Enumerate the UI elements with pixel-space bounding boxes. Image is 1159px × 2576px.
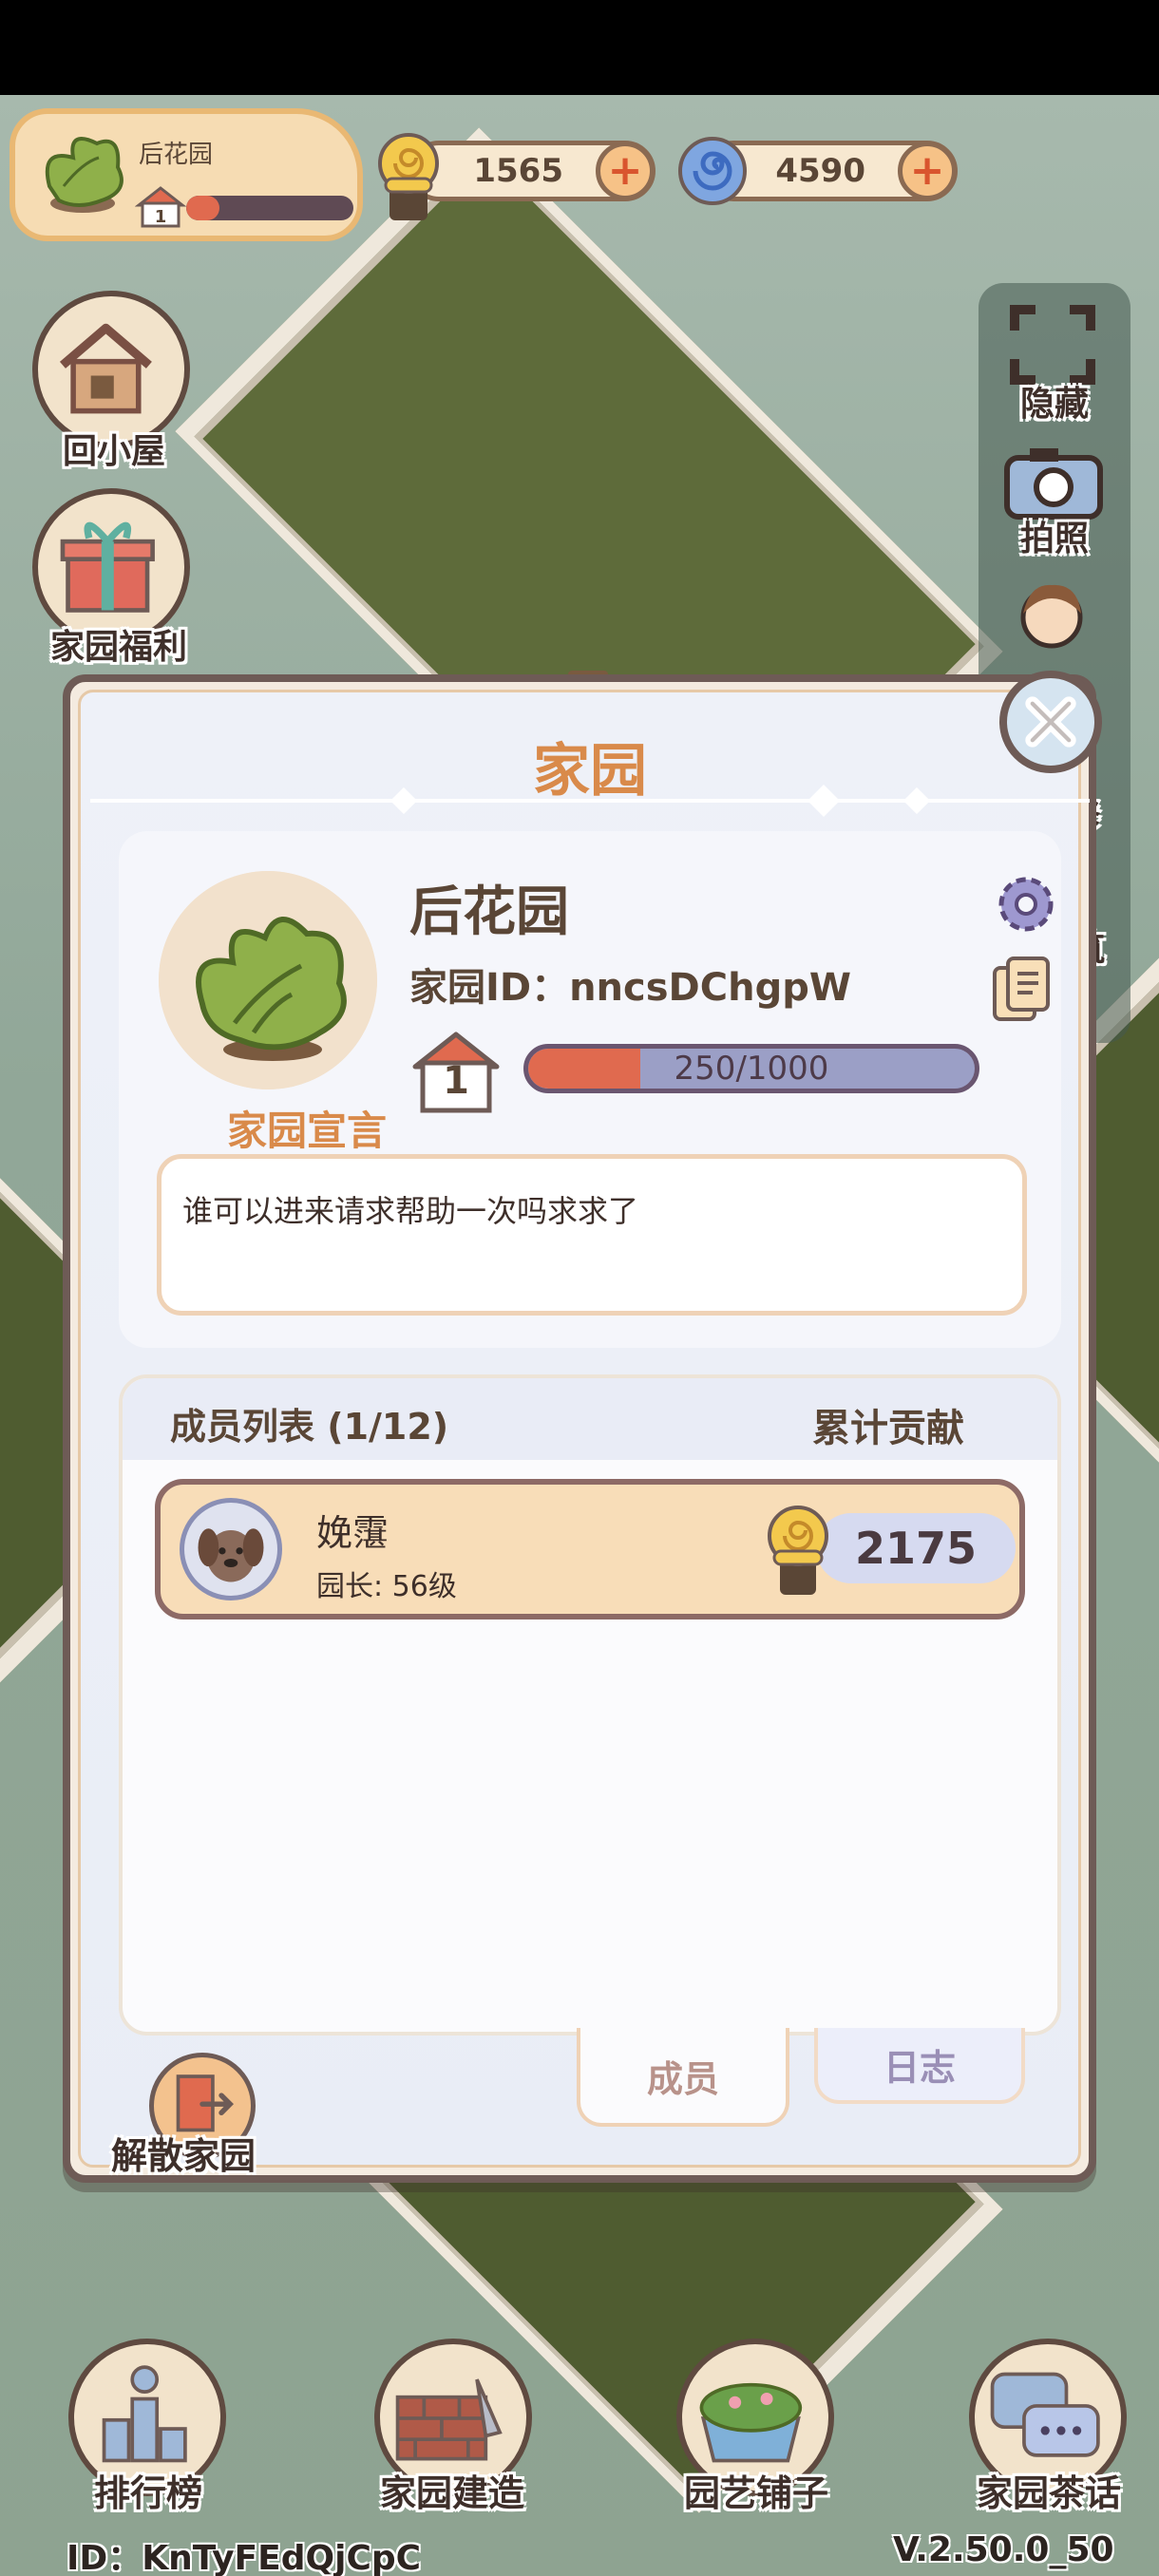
user-id: ID：KnTyFEdQjCpC xyxy=(66,2539,422,2576)
declaration-title: 家园宣言 xyxy=(226,1108,387,1154)
camera-icon[interactable] xyxy=(1001,445,1106,521)
status-bar xyxy=(0,0,1159,95)
garden-avatar xyxy=(159,871,377,1089)
garden-card-level: 1 xyxy=(155,207,167,227)
character-icon[interactable] xyxy=(1011,576,1092,652)
close-icon xyxy=(1025,696,1076,748)
garden-build-label[interactable]: 家园建造 xyxy=(338,2464,566,2516)
house-icon xyxy=(59,323,152,414)
dog-icon xyxy=(198,1528,264,1582)
swirl-coin-value: 4590 xyxy=(775,152,865,190)
garden-card-name: 后花园 xyxy=(139,141,214,169)
tab-members[interactable]: 成员 xyxy=(577,2028,789,2127)
disband-garden-label[interactable]: 解散家园 xyxy=(111,2127,256,2179)
hide-icon[interactable] xyxy=(1007,302,1098,388)
garden-id: 家园ID：nncsDChgpW xyxy=(409,966,851,1010)
dialog-title: 家园 xyxy=(533,738,647,805)
garden-dialog-inner: 家园 后花园 家园ID：nncsDChgpW 1 250/1000 家园宣言 谁… xyxy=(78,690,1090,2177)
declaration-text[interactable]: 谁可以进来请求帮助一次吗求求了 xyxy=(157,1154,1027,1316)
close-button[interactable] xyxy=(999,671,1102,773)
gear-icon[interactable] xyxy=(991,869,1061,939)
app-version: V.2.50.0_50 xyxy=(893,2530,1114,2569)
contribution-title: 累计贡献 xyxy=(812,1407,964,1450)
gift-icon xyxy=(60,521,155,613)
member-row[interactable]: 娩霮 园长: 56级 2175 xyxy=(155,1479,1025,1619)
member-list-title: 成员列表 (1/12) xyxy=(170,1406,449,1448)
garden-dialog: 家园 后花园 家园ID：nncsDChgpW 1 250/1000 家园宣言 谁… xyxy=(63,674,1096,2183)
photo-label[interactable]: 拍照 xyxy=(978,511,1130,560)
garden-info-card: 后花园 家园ID：nncsDChgpW 1 250/1000 家园宣言 谁可以进… xyxy=(119,831,1061,1348)
member-score: 2175 xyxy=(854,1523,978,1574)
add-snail-coin-button[interactable]: + xyxy=(596,142,655,200)
add-swirl-coin-button[interactable]: + xyxy=(898,142,957,200)
member-avatar[interactable] xyxy=(180,1498,282,1601)
member-name: 娩霮 xyxy=(316,1512,390,1554)
garden-level-progress xyxy=(186,196,353,220)
member-list-header: 成员列表 (1/12) 累计贡献 xyxy=(123,1378,1057,1460)
back-home-label: 回小屋 xyxy=(62,432,165,471)
garden-exp-bar: 250/1000 xyxy=(523,1044,979,1093)
garden-level-progress-fill xyxy=(186,196,220,220)
garden-shop-label[interactable]: 园艺铺子 xyxy=(642,2464,870,2516)
snail-coin-icon xyxy=(378,133,439,220)
member-list-card: 成员列表 (1/12) 累计贡献 娩霮 园长: 56级 2175 xyxy=(119,1374,1061,2036)
garden-level: 1 xyxy=(443,1059,469,1103)
level-house-icon: 1 xyxy=(135,186,186,228)
title-divider xyxy=(90,785,1090,817)
ranking-label[interactable]: 排行榜 xyxy=(34,2464,262,2516)
tab-log[interactable]: 日志 xyxy=(814,2028,1025,2104)
garden-summary-card[interactable]: 后花园 1 xyxy=(10,108,363,241)
snail-coin-value: 1565 xyxy=(473,152,563,190)
garden-chat-label[interactable]: 家园茶话 xyxy=(935,2464,1159,2516)
hide-label[interactable]: 隐藏 xyxy=(978,376,1130,426)
garden-name: 后花园 xyxy=(409,881,569,943)
garden-welfare-label: 家园福利 xyxy=(49,628,187,667)
copy-icon[interactable] xyxy=(991,955,1054,1025)
garden-plant-icon xyxy=(45,137,124,213)
garden-exp-text: 250/1000 xyxy=(674,1050,829,1088)
snail-coin-icon xyxy=(768,1506,828,1595)
member-role: 园长: 56级 xyxy=(316,1570,457,1603)
swirl-coin-icon xyxy=(678,137,747,205)
